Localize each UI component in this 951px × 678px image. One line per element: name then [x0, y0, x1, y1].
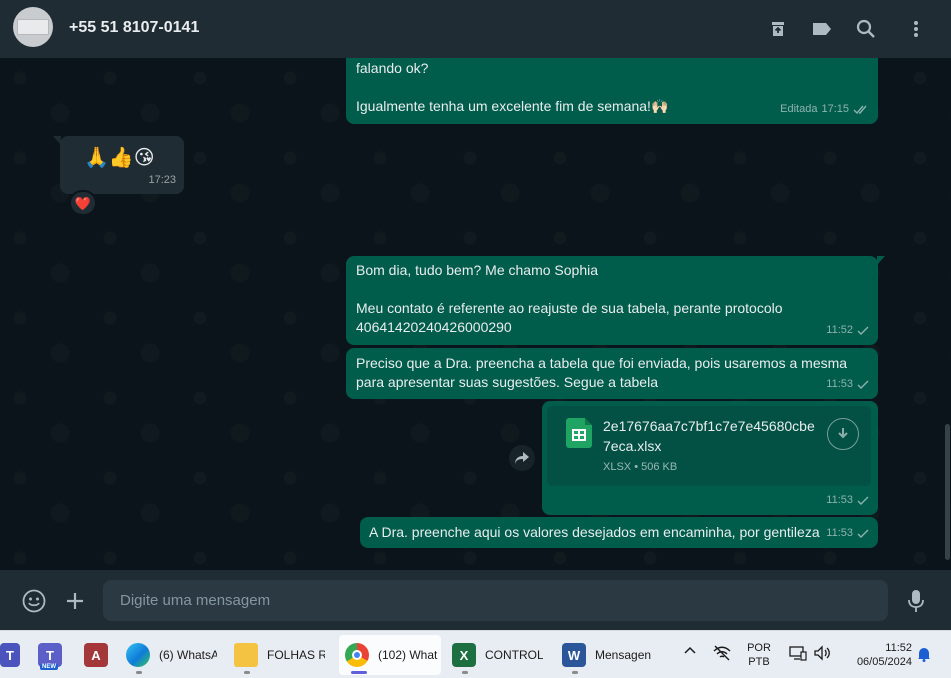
chrome-icon — [345, 643, 369, 667]
taskbar-app-edge[interactable]: (6) WhatsA — [126, 635, 226, 675]
contact-name[interactable]: +55 51 8107-0141 — [69, 19, 199, 37]
taskbar-app-access[interactable]: A — [84, 635, 114, 675]
taskbar-label: (102) What — [378, 648, 438, 662]
message-text: A Dra. preenche aqui os valores desejado… — [369, 524, 820, 540]
reaction-badge[interactable]: ❤️ — [69, 190, 97, 216]
single-check-icon — [857, 496, 869, 505]
message-time: 17:23 — [148, 174, 176, 186]
outgoing-message[interactable]: A Dra. preenche aqui os valores desejado… — [360, 517, 878, 548]
message-text: 🙏👍😘 — [84, 147, 155, 169]
edited-label: Editada — [780, 103, 818, 115]
archive-icon[interactable] — [766, 17, 790, 41]
contact-avatar[interactable] — [13, 7, 53, 47]
single-check-icon — [857, 380, 869, 389]
word-icon: W — [562, 643, 586, 667]
taskbar-app-teams-new[interactable]: T NEW — [38, 635, 68, 675]
message-time: 11:53 — [826, 494, 853, 506]
message-text: Preciso que a Dra. preencha a tabela que… — [356, 355, 851, 390]
display-icon[interactable] — [788, 645, 808, 665]
taskbar-label: CONTROLI — [485, 648, 543, 662]
clock-date: 06/05/2024 — [856, 656, 912, 668]
outgoing-message[interactable]: falando ok? Igualmente tenha um excelent… — [346, 58, 878, 124]
message-input[interactable] — [103, 580, 888, 621]
chat-scrollbar[interactable] — [945, 424, 950, 560]
message-text: falando ok? Igualmente tenha um excelent… — [356, 60, 669, 114]
clock[interactable]: 11:52 06/05/2024 — [842, 641, 912, 669]
taskbar-app-excel[interactable]: X CONTROLI — [452, 635, 552, 675]
download-icon — [838, 428, 848, 439]
notification-bell-icon[interactable] — [916, 646, 932, 666]
message-meta: Editada 17:15 — [780, 100, 869, 119]
taskbar-label: (6) WhatsA — [159, 648, 217, 662]
taskbar-app-folder[interactable]: FOLHAS RC — [234, 635, 334, 675]
download-button[interactable] — [827, 418, 859, 450]
edge-icon — [126, 643, 150, 667]
teams-icon: T — [0, 643, 20, 667]
volume-icon[interactable] — [812, 645, 832, 665]
microphone-icon[interactable] — [903, 588, 929, 614]
excel-icon: X — [452, 643, 476, 667]
keyboard-layout: PTB — [748, 656, 770, 668]
running-indicator — [351, 671, 367, 674]
message-time: 17:15 — [821, 103, 849, 115]
taskbar-label: Mensagen — [595, 648, 652, 662]
running-indicator — [244, 671, 250, 674]
running-indicator — [572, 671, 578, 674]
clock-time: 11:52 — [885, 642, 912, 654]
message-meta: 11:53 — [826, 375, 869, 394]
windows-taskbar: T T NEW A (6) WhatsA FOLHAS RC (102) Wha… — [0, 630, 951, 678]
wifi-off-icon[interactable] — [711, 645, 733, 665]
chat-header[interactable]: +55 51 8107-0141 — [0, 0, 951, 58]
taskbar-app-chrome[interactable]: (102) What — [339, 635, 441, 675]
double-check-icon — [853, 105, 867, 114]
running-indicator — [136, 671, 142, 674]
message-time: 11:53 — [826, 378, 853, 390]
bubble-tail — [53, 136, 61, 145]
message-text: Bom dia, tudo bem? Me chamo Sophia Meu c… — [356, 262, 783, 335]
emoji-icon[interactable] — [21, 588, 47, 614]
incoming-message[interactable]: 🙏👍😘 17:23 — [53, 136, 184, 194]
search-icon[interactable] — [854, 17, 878, 41]
whatsapp-window: +55 51 8107-0141 falando ok? Igualmente … — [0, 0, 951, 678]
menu-dots-icon[interactable] — [904, 17, 928, 41]
folder-icon — [234, 643, 258, 667]
attach-plus-icon[interactable] — [62, 588, 88, 614]
message-composer — [0, 570, 951, 630]
label-icon[interactable] — [810, 17, 834, 41]
taskbar-app-teams[interactable]: T — [0, 635, 26, 675]
language-indicator[interactable]: POR PTB — [744, 641, 774, 669]
message-meta: 11:52 — [826, 321, 869, 340]
single-check-icon — [857, 326, 869, 335]
file-size: 506 KB — [641, 461, 678, 473]
heart-reaction: ❤️ — [74, 195, 92, 211]
outgoing-message[interactable]: Preciso que a Dra. preencha a tabela que… — [346, 348, 878, 399]
message-time: 11:53 — [826, 527, 853, 539]
file-type: XLSX — [603, 461, 632, 473]
taskbar-app-word[interactable]: W Mensagen — [562, 635, 662, 675]
message-meta: 17:23 — [148, 171, 176, 190]
message-meta: 11:53 — [826, 491, 869, 510]
file-name: 2e17676aa7c7bf1c7e7e45680cbe7eca.xlsx — [603, 418, 815, 454]
single-check-icon — [857, 529, 869, 538]
spreadsheet-icon — [566, 418, 592, 448]
new-badge: NEW — [40, 664, 58, 670]
language-code: POR — [747, 642, 771, 654]
message-time: 11:52 — [826, 324, 853, 336]
access-icon: A — [84, 643, 108, 667]
bubble-tail — [877, 256, 885, 265]
running-indicator — [462, 671, 468, 674]
outgoing-message[interactable]: Bom dia, tudo bem? Me chamo Sophia Meu c… — [346, 256, 885, 345]
taskbar-label: FOLHAS RC — [267, 648, 325, 662]
message-list[interactable]: falando ok? Igualmente tenha um excelent… — [0, 58, 951, 570]
file-message[interactable]: 2e17676aa7c7bf1c7e7e45680cbe7eca.xlsx XL… — [542, 401, 878, 515]
file-info: XLSX • 506 KB — [603, 461, 678, 473]
teams-new-icon: T NEW — [38, 643, 62, 670]
file-attachment[interactable]: 2e17676aa7c7bf1c7e7e45680cbe7eca.xlsx XL… — [547, 406, 871, 486]
forward-button[interactable] — [509, 445, 535, 471]
chevron-up-icon[interactable] — [680, 645, 700, 659]
message-meta: 11:53 — [826, 524, 869, 543]
forward-icon — [515, 452, 529, 464]
